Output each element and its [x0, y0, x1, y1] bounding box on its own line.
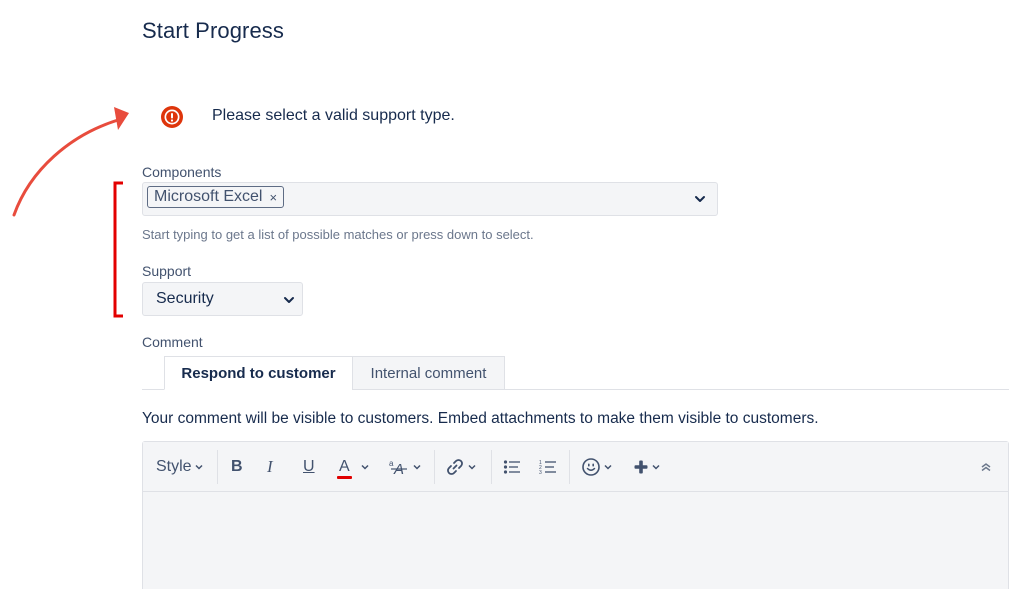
emoji-button[interactable] — [581, 455, 613, 479]
dialog-title: Start Progress — [142, 18, 285, 43]
support-label: Support — [142, 263, 192, 279]
tab-internal-comment[interactable]: Internal comment — [352, 356, 505, 390]
toolbar-separator — [569, 450, 570, 484]
support-select-value: Security — [156, 290, 214, 307]
chevron-down-icon — [468, 464, 476, 470]
svg-text:3: 3 — [539, 470, 542, 475]
bullet-list-button[interactable] — [503, 455, 521, 479]
error-message-row: Please select a valid support type. — [160, 104, 455, 130]
style-dropdown-label: Style — [156, 458, 192, 475]
more-formatting-button[interactable]: a A — [388, 455, 422, 479]
toolbar-separator — [217, 450, 218, 484]
comment-tabs: Respond to customer Internal comment — [142, 356, 1009, 390]
italic-button[interactable]: I — [267, 455, 273, 479]
bullet-list-icon — [503, 460, 520, 474]
numbered-list-icon: 1 2 3 — [539, 460, 556, 475]
error-icon — [161, 106, 183, 128]
plus-icon — [634, 460, 648, 474]
underline-button[interactable]: U — [303, 455, 315, 479]
components-help-text: Start typing to get a list of possible m… — [142, 227, 534, 242]
bold-button[interactable]: B — [231, 455, 243, 479]
chevron-down-icon — [413, 464, 421, 470]
component-chip: Microsoft Excel × — [147, 186, 285, 208]
numbered-list-button[interactable]: 1 2 3 — [539, 455, 557, 479]
link-button[interactable] — [445, 455, 477, 479]
components-label: Components — [142, 164, 222, 180]
error-message: Please select a valid support type. — [212, 107, 455, 124]
text-styles-icon: a A — [389, 459, 407, 476]
link-icon — [447, 459, 463, 475]
tab-respond-to-customer[interactable]: Respond to customer — [164, 356, 353, 390]
text-color-swatch — [337, 476, 352, 479]
chevron-down-icon — [284, 297, 294, 303]
comment-label: Comment — [142, 334, 203, 350]
chevron-down-icon — [361, 464, 369, 470]
text-color-button[interactable]: A — [337, 455, 370, 479]
chevron-down-icon — [652, 464, 660, 470]
collapse-toolbar-button[interactable] — [979, 455, 993, 479]
annotation-arrowhead — [114, 107, 129, 130]
annotation-bracket — [113, 181, 123, 318]
chevron-down-icon — [195, 464, 203, 470]
text-color-icon: A — [339, 458, 350, 475]
style-dropdown[interactable]: Style — [156, 455, 204, 479]
emoji-icon — [582, 458, 600, 476]
support-select[interactable]: Security — [142, 282, 303, 316]
components-multiselect[interactable]: Microsoft Excel × — [142, 182, 718, 216]
comment-editor-body[interactable] — [143, 493, 1008, 589]
editor-toolbar: Style B I U A a A 1 2 3 — [143, 442, 1008, 492]
comment-visibility-note: Your comment will be visible to customer… — [142, 410, 819, 427]
toolbar-separator — [491, 450, 492, 484]
chevron-down-icon[interactable] — [693, 192, 707, 206]
chevron-down-icon — [604, 464, 612, 470]
double-chevron-up-icon — [981, 463, 991, 472]
comment-editor: Style B I U A a A 1 2 3 — [142, 441, 1009, 589]
component-chip-label: Microsoft Excel — [154, 188, 263, 205]
insert-button[interactable] — [633, 455, 661, 479]
component-chip-remove-button[interactable]: × — [269, 190, 277, 205]
toolbar-separator — [434, 450, 435, 484]
annotation-arrow — [12, 118, 120, 217]
